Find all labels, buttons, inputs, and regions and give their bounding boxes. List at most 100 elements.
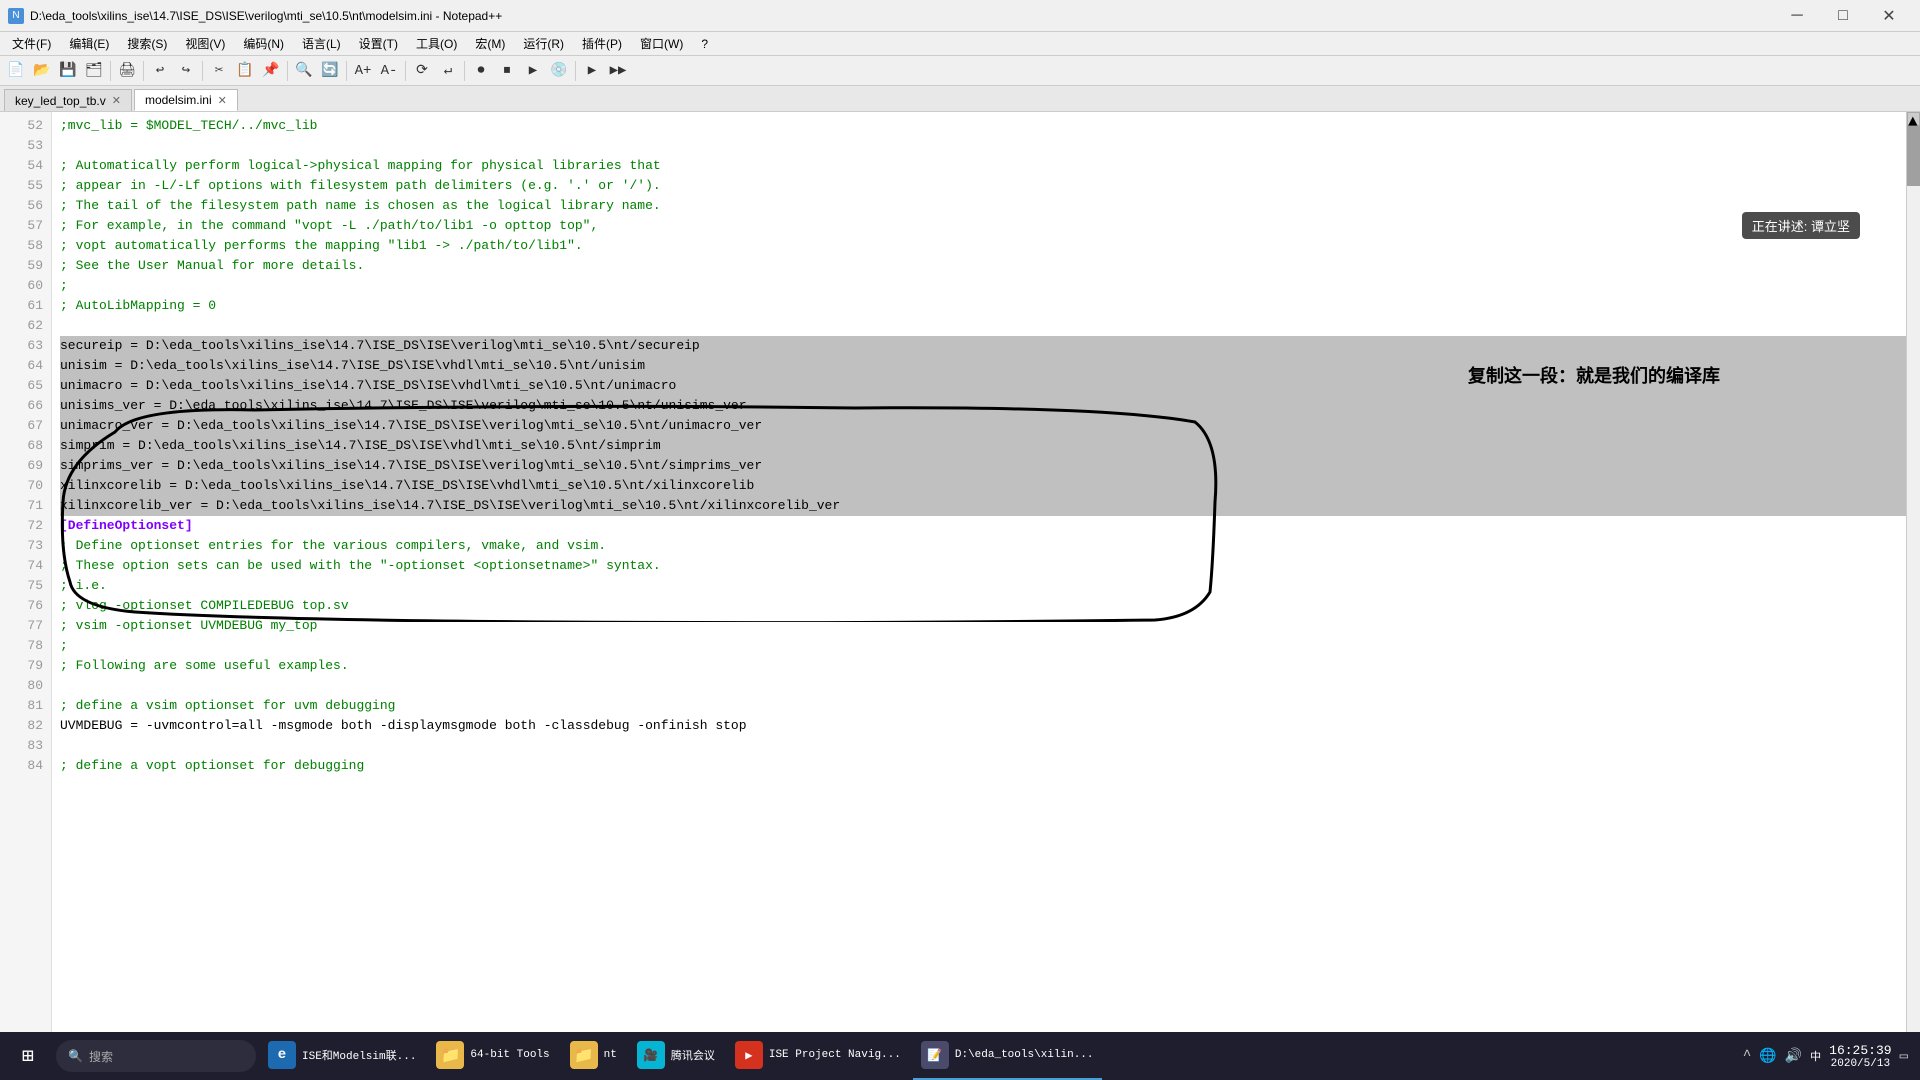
- menu-run[interactable]: 运行(R): [515, 33, 572, 54]
- menu-language[interactable]: 语言(L): [294, 33, 349, 54]
- code-line[interactable]: unisims_ver = D:\eda_tools\xilins_ise\14…: [60, 396, 1906, 416]
- line-number: 79: [0, 656, 51, 676]
- cut-button[interactable]: ✂: [207, 59, 231, 83]
- tab-key-led[interactable]: key_led_top_tb.v ✕: [4, 89, 132, 111]
- code-line[interactable]: ;: [60, 276, 1906, 296]
- new-button[interactable]: 📄: [4, 59, 28, 83]
- taskbar-app-ie[interactable]: e ISE和Modelsim联...: [260, 1032, 424, 1080]
- code-line[interactable]: xilinxcorelib = D:\eda_tools\xilins_ise\…: [60, 476, 1906, 496]
- code-line[interactable]: ; Automatically perform logical->physica…: [60, 156, 1906, 176]
- vertical-scrollbar[interactable]: ▲: [1906, 112, 1920, 1052]
- code-line[interactable]: secureip = D:\eda_tools\xilins_ise\14.7\…: [60, 336, 1906, 356]
- network-icon[interactable]: 🌐: [1759, 1048, 1776, 1065]
- code-line[interactable]: ; define a vopt optionset for debugging: [60, 756, 1906, 776]
- code-line[interactable]: ; These option sets can be used with the…: [60, 556, 1906, 576]
- speaker-icon[interactable]: 🔊: [1785, 1048, 1802, 1065]
- macro-play-button[interactable]: ▶: [521, 59, 545, 83]
- code-line[interactable]: [60, 676, 1906, 696]
- tab-key-led-close[interactable]: ✕: [112, 94, 121, 107]
- zoom-out-button[interactable]: A-: [377, 59, 401, 83]
- taskbar-search[interactable]: 🔍 搜索: [56, 1040, 256, 1072]
- menu-window[interactable]: 窗口(W): [632, 33, 691, 54]
- code-line[interactable]: ; For example, in the command "vopt -L .…: [60, 216, 1906, 236]
- redo-button[interactable]: ↪: [174, 59, 198, 83]
- menu-settings[interactable]: 设置(T): [351, 33, 406, 54]
- run2-button[interactable]: ▶▶: [606, 59, 630, 83]
- menu-edit[interactable]: 编辑(E): [61, 33, 117, 54]
- macro-rec-button[interactable]: ⏺: [469, 59, 493, 83]
- save-button[interactable]: 💾: [56, 59, 80, 83]
- value-text: D:\eda_tools\xilins_ise\14.7\ISE_DS\ISE\…: [169, 418, 762, 433]
- find-button[interactable]: 🔍: [292, 59, 316, 83]
- close-button[interactable]: ✕: [1866, 0, 1912, 32]
- code-line[interactable]: ; See the User Manual for more details.: [60, 256, 1906, 276]
- menu-encoding[interactable]: 编码(N): [235, 33, 292, 54]
- tab-modelsim[interactable]: modelsim.ini ✕: [134, 89, 238, 111]
- tab-modelsim-close[interactable]: ✕: [218, 94, 227, 107]
- run-button[interactable]: ▶: [580, 59, 604, 83]
- taskbar-app-notepad[interactable]: 📝 D:\eda_tools\xilin...: [913, 1032, 1102, 1080]
- replace-button[interactable]: 🔄: [318, 59, 342, 83]
- code-line[interactable]: [60, 316, 1906, 336]
- code-line[interactable]: unimacro_ver = D:\eda_tools\xilins_ise\1…: [60, 416, 1906, 436]
- code-line[interactable]: ; vsim -optionset UVMDEBUG my_top: [60, 616, 1906, 636]
- code-line[interactable]: ; The tail of the filesystem path name i…: [60, 196, 1906, 216]
- code-area[interactable]: ;mvc_lib = $MODEL_TECH/../mvc_lib ; Auto…: [52, 112, 1906, 1052]
- wrap-button[interactable]: ↵: [436, 59, 460, 83]
- menu-file[interactable]: 文件(F): [4, 33, 59, 54]
- sep3: [202, 61, 203, 81]
- clock[interactable]: 16:25:39 2020/5/13: [1829, 1043, 1891, 1070]
- open-button[interactable]: 📂: [30, 59, 54, 83]
- code-line[interactable]: simprim = D:\eda_tools\xilins_ise\14.7\I…: [60, 436, 1906, 456]
- line-number: 60: [0, 276, 51, 296]
- taskbar-app-nt[interactable]: 📁 nt: [562, 1032, 625, 1080]
- code-line[interactable]: [60, 136, 1906, 156]
- sync-button[interactable]: ⟳: [410, 59, 434, 83]
- menu-macro[interactable]: 宏(M): [467, 33, 513, 54]
- eq-sign: =: [169, 478, 177, 493]
- sep5: [346, 61, 347, 81]
- code-line[interactable]: [DefineOptionset]: [60, 516, 1906, 536]
- code-line[interactable]: ; appear in -L/-Lf options with filesyst…: [60, 176, 1906, 196]
- zoom-in-button[interactable]: A+: [351, 59, 375, 83]
- print-button[interactable]: 🖨: [115, 59, 139, 83]
- code-line[interactable]: ; Following are some useful examples.: [60, 656, 1906, 676]
- menu-plugins[interactable]: 插件(P): [574, 33, 630, 54]
- menu-tools[interactable]: 工具(O): [408, 33, 465, 54]
- macro-save-button[interactable]: 💿: [547, 59, 571, 83]
- save-all-button[interactable]: 🗂: [82, 59, 106, 83]
- menu-search[interactable]: 搜索(S): [119, 33, 175, 54]
- code-line[interactable]: [60, 736, 1906, 756]
- scrollbar-thumb[interactable]: [1907, 126, 1920, 186]
- code-line[interactable]: ; AutoLibMapping = 0: [60, 296, 1906, 316]
- code-line[interactable]: simprims_ver = D:\eda_tools\xilins_ise\1…: [60, 456, 1906, 476]
- up-arrow-icon[interactable]: ^: [1743, 1048, 1751, 1064]
- code-line[interactable]: ; i.e.: [60, 576, 1906, 596]
- comment-text: ; vsim -optionset UVMDEBUG my_top: [60, 618, 317, 633]
- taskbar-app-tools[interactable]: 📁 64-bit Tools: [428, 1032, 557, 1080]
- show-desktop-icon[interactable]: ▭: [1900, 1048, 1908, 1065]
- code-line[interactable]: ;mvc_lib = $MODEL_TECH/../mvc_lib: [60, 116, 1906, 136]
- code-line[interactable]: ; define a vsim optionset for uvm debugg…: [60, 696, 1906, 716]
- taskbar-app-tencent[interactable]: 🎥 腾讯会议: [629, 1032, 723, 1080]
- paste-button[interactable]: 📌: [259, 59, 283, 83]
- maximize-button[interactable]: □: [1820, 0, 1866, 32]
- editor-container: 正在讲述: 谭立坚 复制这一段：就是我们的编译库 525354555657585…: [0, 112, 1920, 1052]
- copy-button[interactable]: 📋: [233, 59, 257, 83]
- code-line[interactable]: ; vopt automatically performs the mappin…: [60, 236, 1906, 256]
- code-line[interactable]: UVMDEBUG = -uvmcontrol=all -msgmode both…: [60, 716, 1906, 736]
- scrollbar-up[interactable]: ▲: [1907, 112, 1920, 126]
- line-number: 54: [0, 156, 51, 176]
- code-line[interactable]: ; Define optionset entries for the vario…: [60, 536, 1906, 556]
- clock-time: 16:25:39: [1829, 1043, 1891, 1058]
- start-button[interactable]: ⊞: [4, 1032, 52, 1080]
- code-line[interactable]: ; vlog -optionset COMPILEDEBUG top.sv: [60, 596, 1906, 616]
- code-line[interactable]: xilinxcorelib_ver = D:\eda_tools\xilins_…: [60, 496, 1906, 516]
- code-line[interactable]: ;: [60, 636, 1906, 656]
- menu-help[interactable]: ?: [693, 35, 716, 53]
- menu-view[interactable]: 视图(V): [177, 33, 233, 54]
- macro-stop-button[interactable]: ⏹: [495, 59, 519, 83]
- taskbar-app-ise[interactable]: ▶ ISE Project Navig...: [727, 1032, 909, 1080]
- minimize-button[interactable]: ─: [1774, 0, 1820, 32]
- undo-button[interactable]: ↩: [148, 59, 172, 83]
